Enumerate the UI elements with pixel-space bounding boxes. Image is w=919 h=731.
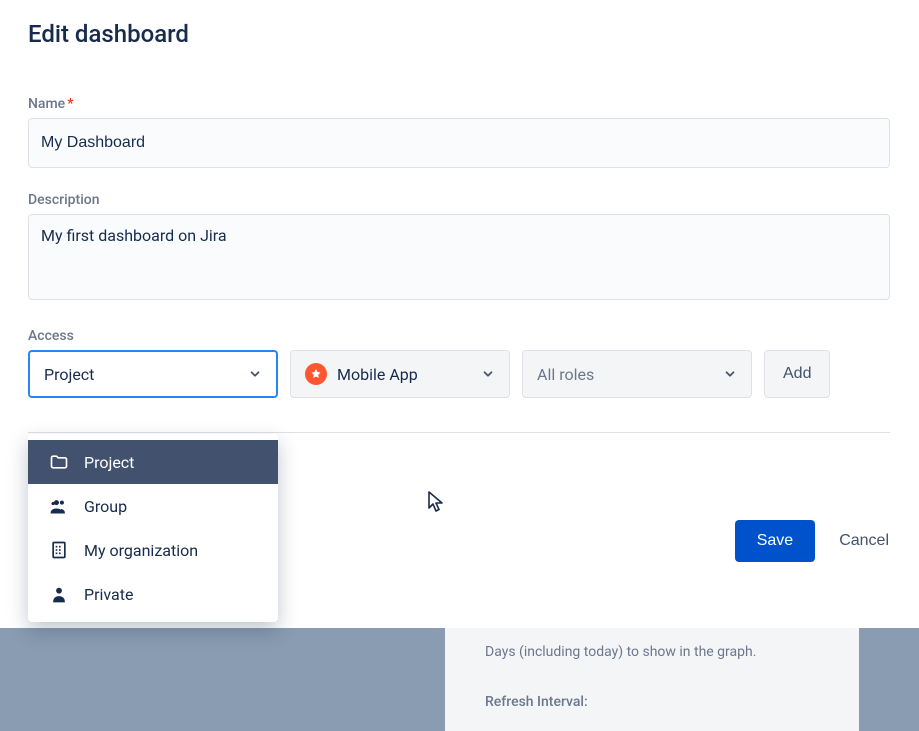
project-select-value: Mobile App: [337, 365, 418, 384]
name-label: Name*: [28, 96, 891, 112]
person-icon: [48, 584, 70, 604]
name-label-text: Name: [28, 96, 65, 112]
project-select[interactable]: Mobile App: [290, 350, 510, 398]
description-input[interactable]: [28, 214, 890, 300]
group-icon: [48, 496, 70, 516]
page-title: Edit dashboard: [28, 20, 891, 48]
name-field-group: Name*: [28, 96, 891, 168]
name-input[interactable]: [28, 118, 890, 168]
add-button[interactable]: Add: [764, 350, 830, 398]
share-type-value: Project: [44, 365, 94, 384]
background-panel: [0, 628, 919, 731]
access-label: Access: [28, 328, 891, 344]
roles-select-placeholder: All roles: [537, 365, 594, 384]
cancel-button[interactable]: Cancel: [839, 532, 889, 550]
save-button[interactable]: Save: [735, 520, 815, 562]
description-field-group: Description: [28, 192, 891, 304]
share-type-dropdown: Project Group My organization Private: [28, 434, 278, 622]
dropdown-option-project[interactable]: Project: [28, 440, 278, 484]
folder-icon: [48, 452, 70, 472]
background-hint-days: Days (including today) to show in the gr…: [485, 644, 756, 660]
dropdown-option-group[interactable]: Group: [28, 484, 278, 528]
divider: [28, 432, 890, 433]
dropdown-option-label: Group: [84, 497, 127, 516]
access-field-group: Access Project Mobile App All roles: [28, 328, 891, 398]
building-icon: [48, 540, 70, 560]
cursor-icon: [427, 490, 447, 514]
chevron-down-icon: [248, 367, 262, 381]
chevron-down-icon: [481, 367, 495, 381]
share-type-select[interactable]: Project: [28, 350, 278, 398]
dropdown-option-label: Private: [84, 585, 133, 604]
actions-row: Save Cancel: [735, 520, 889, 562]
project-avatar-icon: [305, 363, 327, 385]
background-label-refresh: Refresh Interval:: [485, 694, 588, 710]
access-row: Project Mobile App All roles: [28, 350, 890, 398]
chevron-down-icon: [723, 367, 737, 381]
description-label: Description: [28, 192, 891, 208]
dropdown-option-organization[interactable]: My organization: [28, 528, 278, 572]
required-indicator: *: [67, 96, 73, 112]
dropdown-option-label: My organization: [84, 541, 198, 560]
roles-select[interactable]: All roles: [522, 350, 752, 398]
dropdown-option-private[interactable]: Private: [28, 572, 278, 616]
dropdown-option-label: Project: [84, 453, 134, 472]
